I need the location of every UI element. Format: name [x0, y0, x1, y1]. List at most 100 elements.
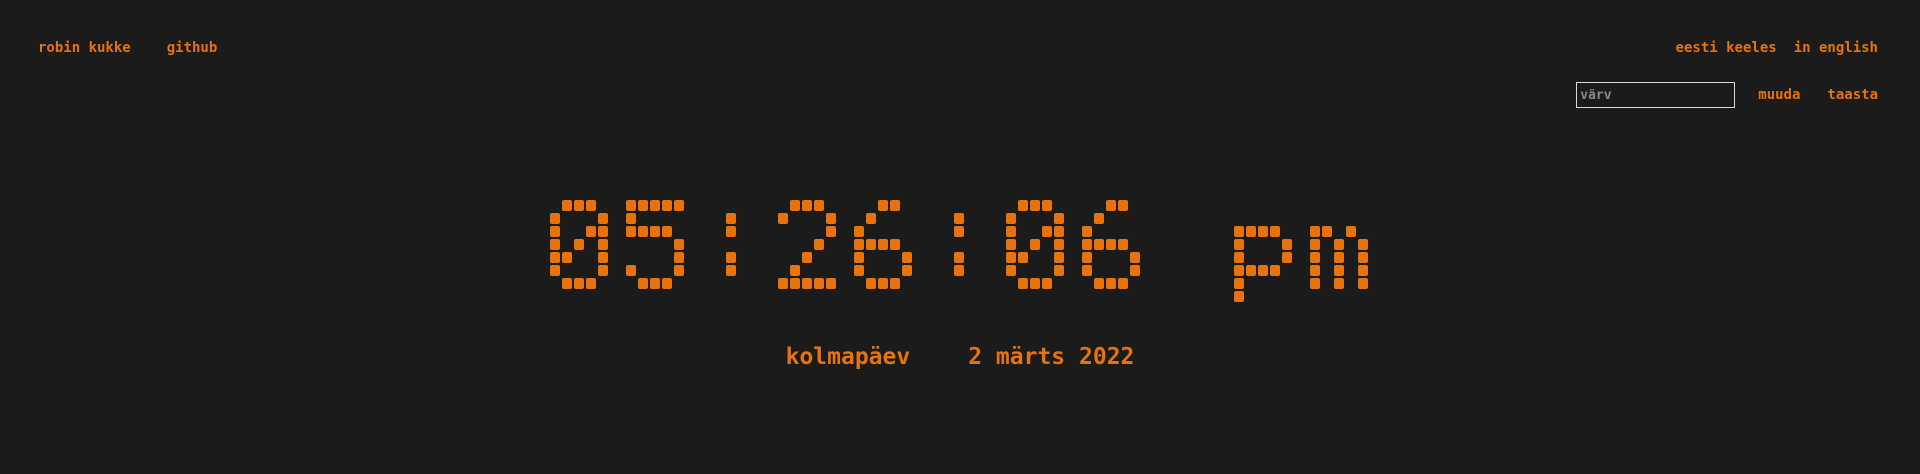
date-label: 2 märts 2022: [968, 344, 1135, 370]
clock-pixel: [1246, 226, 1256, 237]
clock-glyph: [1006, 200, 1064, 289]
clock-pixel: [1054, 213, 1064, 224]
clock-pixel: [1082, 252, 1092, 263]
clock-pixel: [598, 226, 608, 237]
clock-pixel: [1234, 265, 1244, 276]
clock-pixel: [1118, 278, 1128, 289]
clock-pixel: [1310, 252, 1320, 263]
clock-pixel: [586, 278, 596, 289]
clock-pixel: [598, 213, 608, 224]
clock-pixel: [1358, 265, 1368, 276]
clock-pixel: [790, 265, 800, 276]
clock-pixel: [890, 278, 900, 289]
clock-pixel: [826, 226, 836, 237]
clock-pixel: [1118, 239, 1128, 250]
clock-pixel: [674, 239, 684, 250]
clock-pixel: [778, 213, 788, 224]
change-color-button[interactable]: muuda: [1758, 87, 1800, 103]
clock-pixel: [674, 252, 684, 263]
clock-pixel: [778, 278, 788, 289]
clock-pixel: [1130, 265, 1140, 276]
clock-pixel: [826, 278, 836, 289]
clock-pixel: [550, 226, 560, 237]
clock-pixel: [1006, 226, 1016, 237]
clock-pixel: [1030, 200, 1040, 211]
clock-glyph: [1234, 226, 1292, 302]
clock-pixel: [1082, 239, 1092, 250]
clock-pixel: [726, 213, 736, 224]
clock-pixel: [598, 239, 608, 250]
clock-pixel: [1082, 226, 1092, 237]
clock-pixel: [854, 252, 864, 263]
clock-page: robin kukke github eesti keeles in engli…: [0, 0, 1920, 474]
clock-pixel: [574, 200, 584, 211]
clock-pixel: [866, 278, 876, 289]
clock-pixel: [954, 252, 964, 263]
clock-glyph: [550, 200, 608, 289]
clock-pixel: [1006, 213, 1016, 224]
clock-pixel: [1094, 278, 1104, 289]
clock-pixel: [866, 239, 876, 250]
estonian-language-link[interactable]: eesti keeles: [1676, 40, 1777, 56]
clock-pixel: [814, 278, 824, 289]
github-link[interactable]: github: [167, 40, 218, 56]
clock-pixel: [902, 252, 912, 263]
clock-pixel: [726, 252, 736, 263]
clock-pixel: [1282, 252, 1292, 263]
clock-pixel: [1030, 239, 1040, 250]
weekday-label: kolmapäev: [785, 344, 911, 370]
clock-pixel: [1246, 265, 1256, 276]
clock-pixel: [854, 265, 864, 276]
clock-pixel: [1054, 239, 1064, 250]
clock-glyph: [1310, 226, 1368, 289]
clock-pixel: [574, 278, 584, 289]
clock-pixel: [878, 278, 888, 289]
clock-pixel: [662, 226, 672, 237]
clock-pixel: [550, 265, 560, 276]
clock-pixel: [1094, 239, 1104, 250]
clock-glyph: [1082, 200, 1140, 289]
clock-pixel: [726, 265, 736, 276]
clock-pixel: [1042, 226, 1052, 237]
clock-pixel: [1310, 239, 1320, 250]
clock-pixel: [1282, 239, 1292, 250]
clock-pixel: [890, 200, 900, 211]
clock-pixel: [1130, 252, 1140, 263]
clock-pixel: [1334, 265, 1344, 276]
clock-pixel: [638, 278, 648, 289]
clock-pixel: [802, 252, 812, 263]
clock-pixel: [638, 200, 648, 211]
clock-pixel: [550, 213, 560, 224]
clock-separator: [726, 213, 736, 276]
clock-pixel: [574, 239, 584, 250]
clock-pixel: [1358, 252, 1368, 263]
clock-glyph: [854, 200, 912, 289]
clock-pixel: [726, 226, 736, 237]
clock-pixel: [1358, 278, 1368, 289]
clock-pixel: [1258, 226, 1268, 237]
clock-pixel: [1018, 200, 1028, 211]
language-switcher: eesti keeles in english: [1676, 40, 1878, 56]
clock-pixel: [814, 200, 824, 211]
clock-pixel: [1006, 239, 1016, 250]
english-language-link[interactable]: in english: [1794, 40, 1878, 56]
clock-pixel: [626, 265, 636, 276]
author-link[interactable]: robin kukke: [38, 40, 131, 56]
clock-pixel: [650, 278, 660, 289]
clock-pixel: [1346, 226, 1356, 237]
clock-pixel: [562, 252, 572, 263]
clock-pixel: [562, 278, 572, 289]
color-input[interactable]: [1576, 82, 1736, 108]
clock-pixel: [662, 278, 672, 289]
clock-pixel: [802, 278, 812, 289]
clock-pixel: [650, 226, 660, 237]
clock-pixel: [1234, 278, 1244, 289]
clock-pixel: [814, 239, 824, 250]
pixel-clock: [550, 200, 1368, 302]
clock-pixel: [1018, 278, 1028, 289]
clock-pixel: [586, 226, 596, 237]
reset-color-button[interactable]: taasta: [1827, 87, 1878, 103]
clock-pixel: [1270, 265, 1280, 276]
clock-pixel: [1310, 278, 1320, 289]
clock-pixel: [550, 239, 560, 250]
